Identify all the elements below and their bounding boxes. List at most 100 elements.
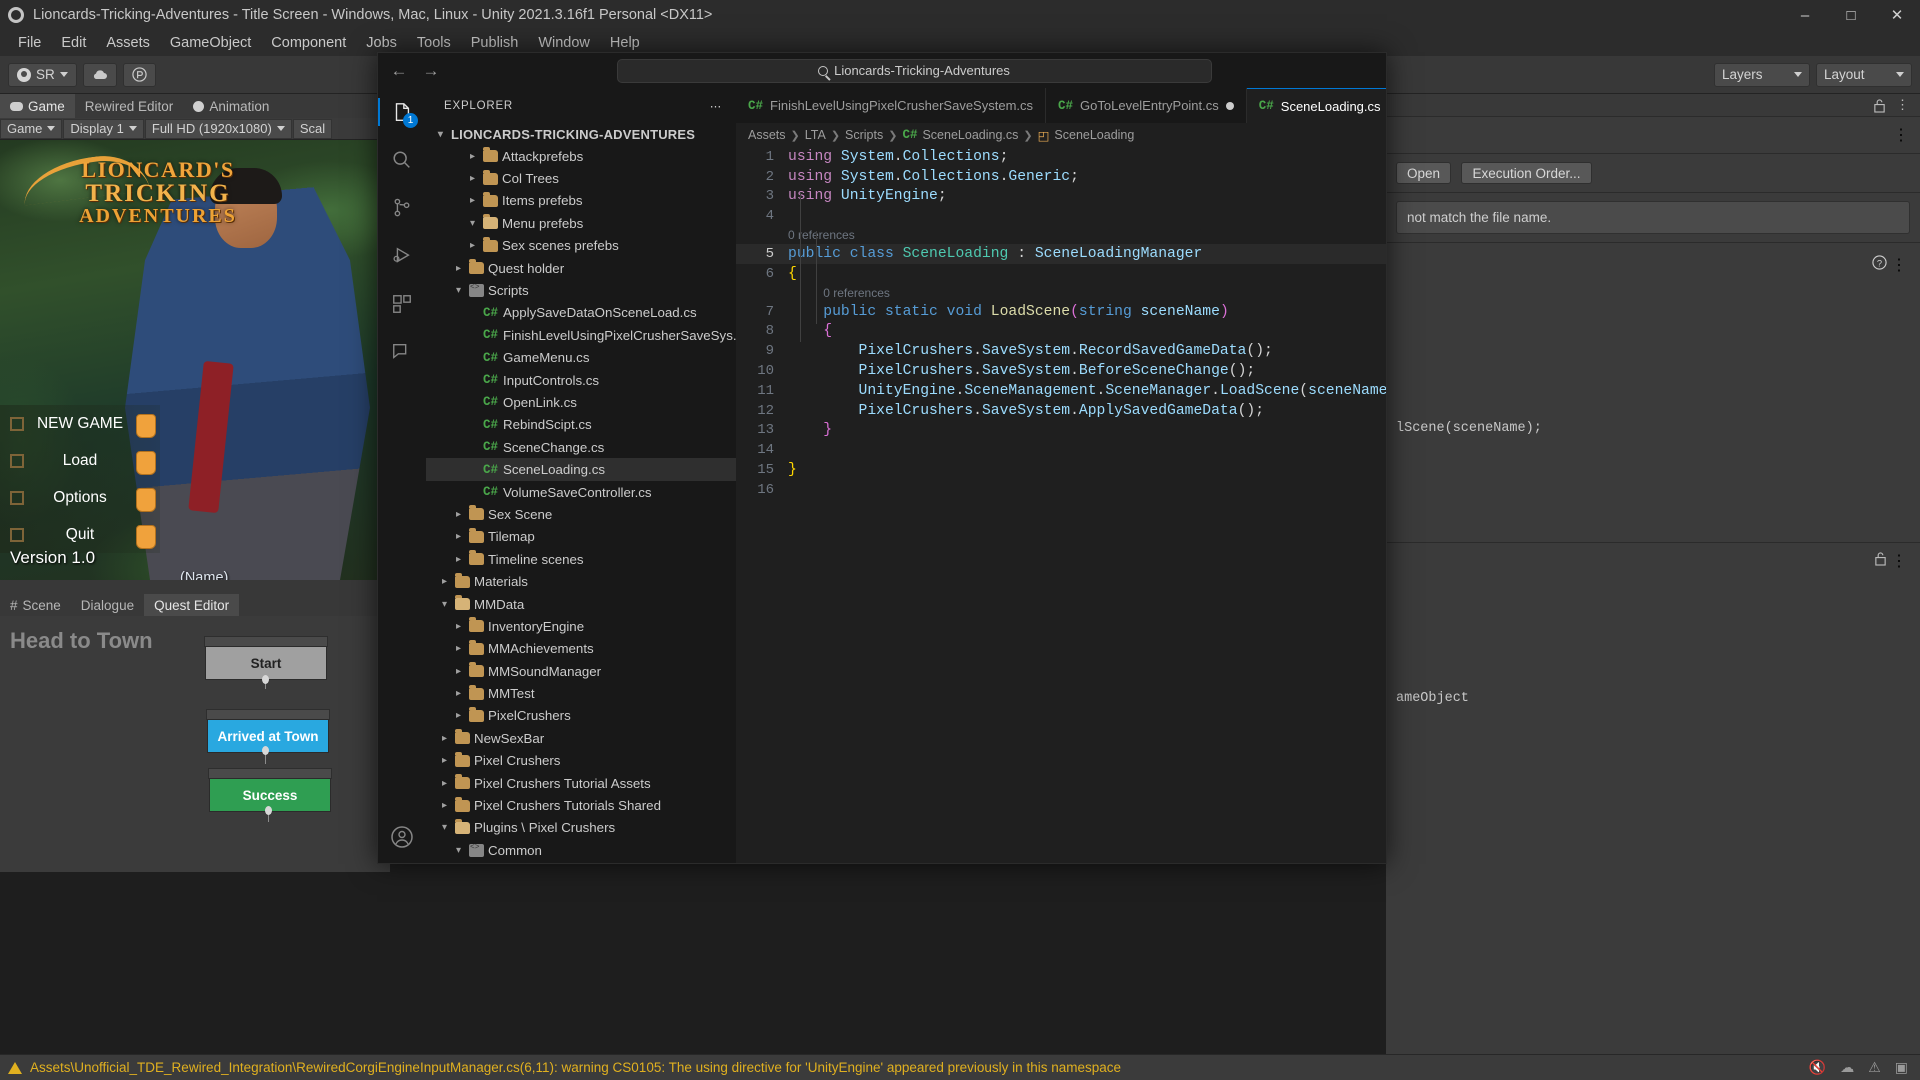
explorer-item-applysavedataonsceneload-cs[interactable]: C# ApplySaveDataOnSceneLoad.cs [426, 302, 736, 324]
search-icon[interactable] [386, 144, 418, 176]
explorer-item-common[interactable]: ▾ Common [426, 839, 736, 861]
chevron-down-icon[interactable]: ▾ [438, 599, 451, 610]
code-line[interactable]: 1 using System.Collections; [736, 147, 1386, 167]
quest-node-start[interactable]: Start [204, 636, 328, 680]
code-line[interactable]: 15} [736, 460, 1386, 480]
editor-tab-sceneloading[interactable]: C#SceneLoading.cs✕ [1246, 88, 1386, 123]
explorer-item-newsexbar[interactable]: ▸ NewSexBar [426, 727, 736, 749]
chevron-right-icon[interactable]: ▸ [466, 240, 479, 251]
chevron-down-icon[interactable]: ▾ [466, 218, 479, 229]
chevron-right-icon[interactable]: ▸ [438, 733, 451, 744]
kebab-menu-icon[interactable]: ⋮ [1891, 257, 1908, 274]
code-line[interactable]: 11 UnityEngine.SceneManagement.SceneMana… [736, 381, 1386, 401]
layers-dropdown[interactable]: Layers [1714, 62, 1810, 87]
explorer-item-finishlevelusingpixelcrushersavesys[interactable]: C# FinishLevelUsingPixelCrusherSaveSys... [426, 324, 736, 346]
explorer-item-menu-prefebs[interactable]: ▾ Menu prefebs [426, 212, 736, 234]
explorer-item-plugins-pixel-crushers[interactable]: ▾ Plugins \ Pixel Crushers [426, 817, 736, 839]
menu-item-file[interactable]: File [8, 33, 51, 53]
code-line[interactable]: 10 PixelCrushers.SaveSystem.BeforeSceneC… [736, 361, 1386, 381]
editor-tab-gotolevelentrypoint[interactable]: C# GoToLevelEntryPoint.cs [1046, 88, 1247, 123]
cloud-icon[interactable]: ☁ [1840, 1059, 1854, 1076]
extensions-icon[interactable] [386, 288, 418, 320]
chevron-right-icon[interactable]: ▸ [452, 710, 465, 721]
breadcrumb-item[interactable]: SceneLoading.cs [922, 128, 1018, 142]
explorer-item-scenechange-cs[interactable]: C# SceneChange.cs [426, 436, 736, 458]
explorer-item-pixel-crushers-tutorials-shared[interactable]: ▸ Pixel Crushers Tutorials Shared [426, 794, 736, 816]
quest-node-arrived[interactable]: Arrived at Town [206, 709, 330, 753]
explorer-item-mmdata[interactable]: ▾ MMData [426, 593, 736, 615]
code-line[interactable]: 6{ [736, 264, 1386, 284]
explorer-item-pixel-crushers-tutorial-assets[interactable]: ▸ Pixel Crushers Tutorial Assets [426, 772, 736, 794]
chevron-right-icon[interactable]: ▸ [438, 755, 451, 766]
explorer-item-mmtest[interactable]: ▸ MMTest [426, 682, 736, 704]
game-control-3[interactable]: Scal [292, 118, 333, 139]
menu-item-jobs[interactable]: Jobs [356, 33, 407, 53]
lock-icon[interactable] [1874, 551, 1887, 566]
chevron-right-icon[interactable]: ▸ [466, 173, 479, 184]
open-button[interactable]: Open [1396, 162, 1452, 184]
explorer-item-mmachievements[interactable]: ▸ MMAchievements [426, 638, 736, 660]
breadcrumb-item[interactable]: Assets [748, 128, 786, 142]
code-line[interactable]: 5 public class SceneLoading : SceneLoadin… [736, 244, 1386, 264]
quest-tab-scene[interactable]: # Scene [0, 594, 71, 616]
accounts-icon[interactable] [386, 821, 418, 853]
ellipsis-icon[interactable]: ⋯ [710, 99, 722, 113]
explorer-item-pixelcrushers[interactable]: ▸ PixelCrushers [426, 705, 736, 727]
code-line[interactable]: 13 } [736, 421, 1386, 441]
help-icon[interactable]: ? [1871, 255, 1887, 270]
menu-item-publish[interactable]: Publish [461, 33, 529, 53]
code-line[interactable]: 8 { [736, 322, 1386, 342]
code-line[interactable]: 12 PixelCrushers.SaveSystem.ApplySavedGa… [736, 401, 1386, 421]
chevron-right-icon[interactable]: ▸ [452, 666, 465, 677]
execution-order-button[interactable]: Execution Order... [1461, 162, 1592, 184]
game-control-0[interactable]: Game [0, 118, 63, 139]
game-tab-game[interactable]: Game [0, 94, 75, 118]
chevron-right-icon[interactable]: ▸ [438, 778, 451, 789]
code-line[interactable]: 9 PixelCrushers.SaveSystem.RecordSavedGa… [736, 341, 1386, 361]
explorer-item-volumesavecontroller-cs[interactable]: C# VolumeSaveController.cs [426, 481, 736, 503]
explorer-item-sex-scene[interactable]: ▸ Sex Scene [426, 503, 736, 525]
game-tab-rewired-editor[interactable]: Rewired Editor [74, 94, 184, 118]
game-control-1[interactable]: Display 1 [63, 118, 144, 139]
kebab-menu-icon[interactable]: ⋮ [1893, 127, 1910, 144]
chevron-right-icon[interactable]: ▸ [452, 688, 465, 699]
explorer-item-col-trees[interactable]: ▸ Col Trees [426, 167, 736, 189]
explorer-item-openlink-cs[interactable]: C# OpenLink.cs [426, 391, 736, 413]
chevron-right-icon[interactable]: ▸ [466, 195, 479, 206]
editor-tab-finishlevelusingpixelcrushersavesystem[interactable]: C# FinishLevelUsingPixelCrusherSaveSystem… [736, 88, 1047, 123]
source-control-icon[interactable] [386, 192, 418, 224]
kebab-menu-icon[interactable]: ⋮ [1896, 97, 1910, 113]
code-line[interactable]: 2 using System.Collections.Generic; [736, 167, 1386, 187]
arrow-right-icon[interactable]: → [420, 61, 442, 81]
code-line[interactable]: 14 [736, 440, 1386, 460]
preview-icon[interactable]: ▣ [1895, 1059, 1908, 1076]
menu-item-assets[interactable]: Assets [96, 33, 160, 53]
maximize-button[interactable]: □ [1828, 0, 1874, 30]
code-line[interactable]: 4 [736, 206, 1386, 226]
explorer-root-row[interactable]: ▾ LIONCARDS-TRICKING-ADVENTURES [426, 123, 736, 145]
chevron-right-icon[interactable]: ▸ [452, 509, 465, 520]
quest-editor-body[interactable]: Head to Town Start Arrived at Town Succe… [0, 616, 390, 872]
breadcrumb-item[interactable]: LTA [805, 128, 826, 142]
explorer-item-sex-scenes-prefebs[interactable]: ▸ Sex scenes prefebs [426, 235, 736, 257]
explorer-item-inventoryengine[interactable]: ▸ InventoryEngine [426, 615, 736, 637]
quest-node-success[interactable]: Success [208, 768, 332, 812]
breadcrumb-item[interactable]: SceneLoading [1054, 128, 1134, 142]
explorer-item-inputcontrols-cs[interactable]: C# InputControls.cs [426, 369, 736, 391]
quest-tab-dialogue[interactable]: Dialogue [71, 594, 144, 616]
cloud-button[interactable] [82, 62, 117, 87]
quest-tab-quest-editor[interactable]: Quest Editor [144, 594, 240, 616]
chevron-right-icon[interactable]: ▸ [452, 643, 465, 654]
mute-icon[interactable]: 🔇 [1809, 1059, 1826, 1076]
notification-icon[interactable]: ⚠ [1868, 1059, 1881, 1076]
explorer-item-mmsoundmanager[interactable]: ▸ MMSoundManager [426, 660, 736, 682]
code-line[interactable]: 16 [736, 480, 1386, 500]
codelens-label[interactable]: 0 references [788, 228, 855, 242]
run-and-debug-icon[interactable] [386, 240, 418, 272]
codelens-label[interactable]: 0 references [788, 286, 890, 300]
chevron-down-icon[interactable]: ▾ [452, 845, 465, 856]
chevron-down-icon[interactable]: ▾ [452, 285, 465, 296]
explorer-item-rebindscipt-cs[interactable]: C# RebindScipt.cs [426, 414, 736, 436]
explorer-item-scripts[interactable]: ▾ Scripts [426, 279, 736, 301]
collab-button[interactable] [122, 62, 156, 87]
